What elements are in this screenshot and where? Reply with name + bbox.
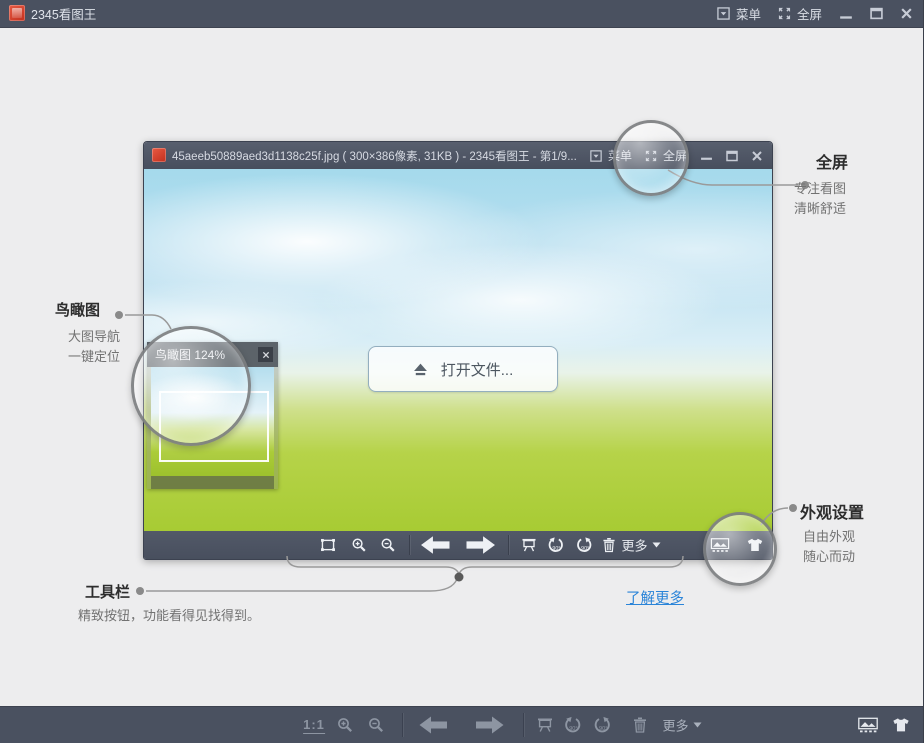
- maximize-icon: [726, 150, 738, 162]
- close-icon: [900, 7, 913, 20]
- bottom-toolbar: 1:1 更多: [0, 706, 923, 743]
- window-title: 2345看图王: [31, 0, 96, 27]
- maximize-icon: [870, 7, 883, 20]
- demo-close-button[interactable]: [751, 150, 763, 162]
- fullscreen-button-label: 全屏: [797, 4, 822, 23]
- demo-window-title: 45aeeb50889aed3d1138c25f.jpg ( 300×386像素…: [172, 142, 577, 169]
- annotation-birdseye-line2: 一键定位: [68, 347, 120, 367]
- actual-size-label: 1:1: [303, 717, 325, 734]
- actual-size-button[interactable]: 1:1: [303, 716, 325, 734]
- more-label: 更多: [662, 716, 688, 735]
- open-file-label: 打开文件...: [441, 359, 514, 380]
- magnifier-circle-fullscreen: [613, 120, 689, 196]
- app-logo-icon: [9, 5, 25, 21]
- annotation-appearance: 外观设置 自由外观 随心而动: [800, 499, 864, 567]
- annotation-birdseye-line1: 大图导航: [68, 327, 120, 347]
- menu-button[interactable]: 菜单: [717, 4, 761, 23]
- window-titlebar: 2345看图王 菜单 全屏: [0, 0, 923, 28]
- toolbar-separator: [409, 535, 410, 555]
- annotation-fullscreen: 全屏 专注看图 清晰舒适: [816, 149, 848, 219]
- open-file-button[interactable]: 打开文件...: [368, 346, 558, 392]
- rotate-left-button[interactable]: [564, 717, 582, 734]
- fullscreen-button[interactable]: 全屏: [778, 4, 822, 23]
- close-button[interactable]: [900, 7, 913, 20]
- menu-icon: [590, 150, 602, 162]
- delete-button[interactable]: [633, 717, 647, 733]
- annotation-birdseye-title: 鸟瞰图: [55, 299, 120, 320]
- more-button[interactable]: 更多: [621, 536, 660, 555]
- learn-more-link[interactable]: 了解更多: [626, 587, 684, 608]
- minimize-button[interactable]: [839, 7, 853, 21]
- magnifier-circle-appearance: [703, 512, 777, 586]
- app-window: 90° 90° 2345看图王: [0, 0, 924, 743]
- rotate-right-button[interactable]: [576, 537, 593, 553]
- eject-icon: [413, 363, 428, 376]
- toolbar-separator: [402, 713, 403, 737]
- more-button[interactable]: 更多: [662, 716, 701, 735]
- maximize-button[interactable]: [870, 7, 883, 20]
- annotation-toolbar-title: 工具栏: [85, 581, 260, 602]
- more-label: 更多: [621, 536, 647, 555]
- menu-icon: [717, 7, 730, 20]
- annotation-appearance-line2: 随心而动: [803, 547, 864, 567]
- menu-button-label: 菜单: [736, 4, 761, 23]
- zoom-out-button[interactable]: [381, 538, 396, 553]
- zoom-in-button[interactable]: [337, 717, 353, 733]
- zoom-in-button[interactable]: [352, 538, 367, 553]
- demo-toolbar: 更多: [144, 531, 772, 559]
- annotation-fullscreen-line1: 专注看图: [794, 179, 848, 199]
- demo-maximize-button[interactable]: [726, 150, 738, 162]
- birdseye-footer: [151, 476, 274, 489]
- demo-app-logo-icon: [152, 148, 166, 162]
- previous-image-button[interactable]: [419, 716, 447, 734]
- caret-down-icon: [694, 723, 702, 728]
- main-area: 45aeeb50889aed3d1138c25f.jpg ( 300×386像素…: [0, 27, 923, 707]
- fit-to-window-button[interactable]: [320, 539, 337, 552]
- toolbar-separator: [523, 713, 524, 737]
- delete-button[interactable]: [603, 538, 616, 553]
- annotation-birdseye: 鸟瞰图 大图导航 一键定位: [55, 299, 120, 367]
- annotation-fullscreen-title: 全屏: [816, 149, 848, 173]
- slideshow-button[interactable]: [522, 538, 537, 552]
- close-icon: [751, 150, 763, 162]
- demo-minimize-button[interactable]: [700, 149, 713, 162]
- annotation-toolbar: 工具栏 精致按钮，功能看得见找得到。: [85, 581, 260, 626]
- birdseye-close-button[interactable]: [258, 347, 273, 362]
- skin-settings-button[interactable]: [893, 718, 910, 733]
- next-image-button[interactable]: [476, 716, 504, 734]
- magnifier-circle-birdseye: [131, 326, 251, 446]
- close-icon: [262, 351, 270, 359]
- annotation-appearance-title: 外观设置: [800, 499, 864, 523]
- rotate-left-button[interactable]: [548, 537, 565, 553]
- caret-down-icon: [653, 543, 661, 548]
- rotate-right-button[interactable]: [593, 717, 611, 734]
- minimize-icon: [839, 7, 853, 21]
- slideshow-button[interactable]: [537, 718, 553, 733]
- toolbar-separator: [508, 535, 509, 555]
- annotation-fullscreen-line2: 清晰舒适: [794, 199, 848, 219]
- minimize-icon: [700, 149, 713, 162]
- browse-thumbnails-button[interactable]: [858, 718, 878, 733]
- previous-image-button[interactable]: [421, 536, 450, 555]
- next-image-button[interactable]: [467, 536, 496, 555]
- fullscreen-icon: [778, 7, 791, 20]
- zoom-out-button[interactable]: [368, 717, 384, 733]
- annotation-appearance-line1: 自由外观: [803, 527, 864, 547]
- annotation-toolbar-desc: 精致按钮，功能看得见找得到。: [78, 606, 260, 626]
